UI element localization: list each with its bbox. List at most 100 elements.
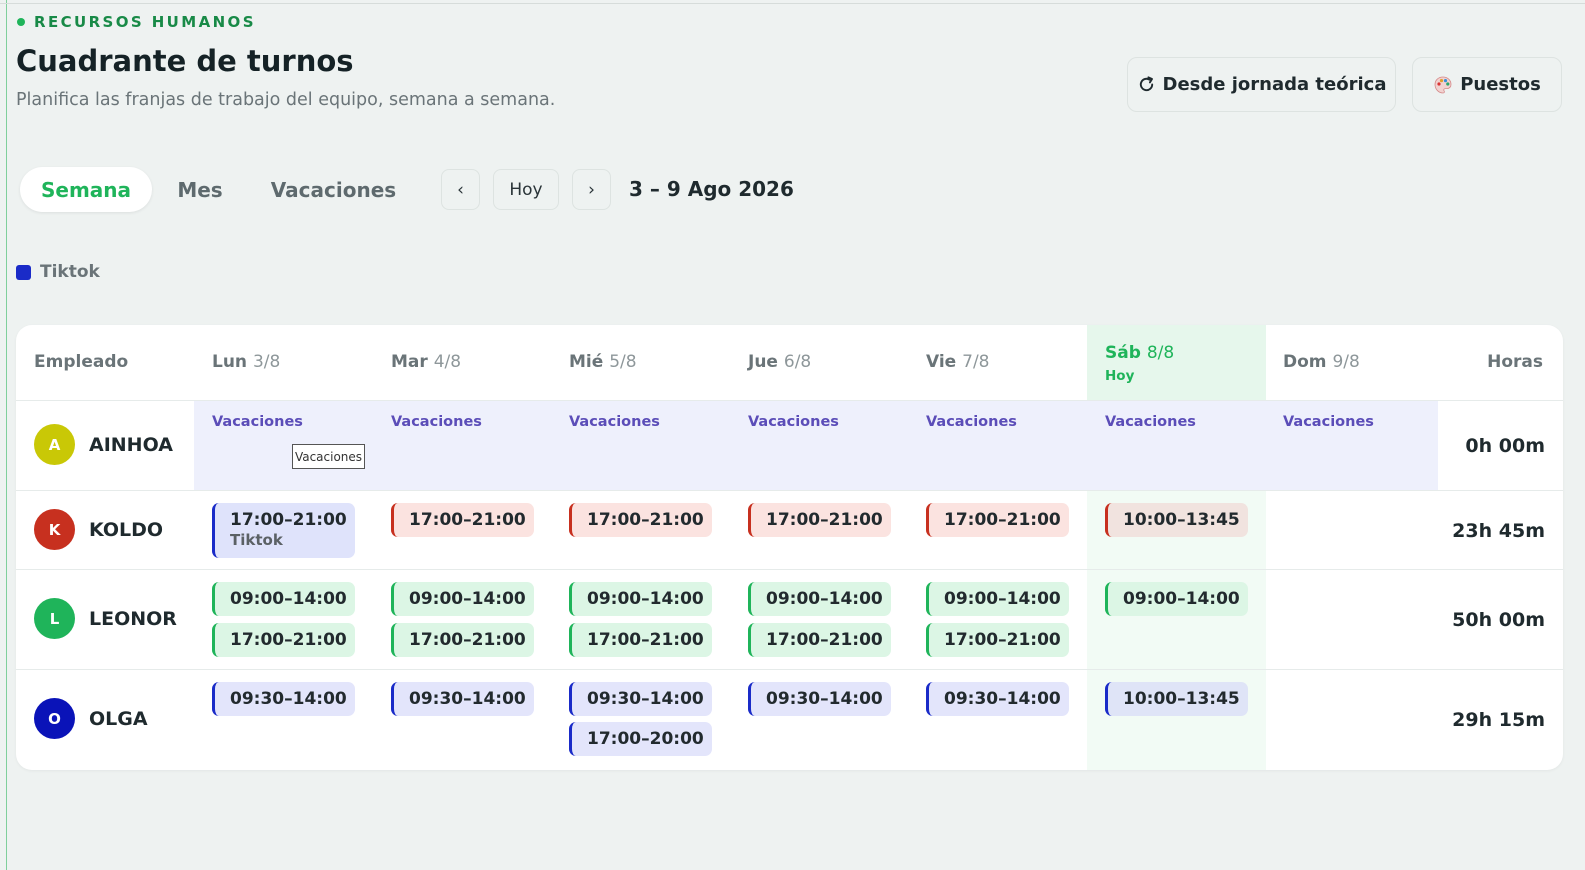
legend-label: Tiktok [40,262,100,282]
eyebrow-label: RECURSOS HUMANOS [34,13,256,31]
refresh-icon [1139,76,1153,92]
shift-block[interactable]: 17:00–21:00 [748,623,891,657]
day-date: 4/8 [433,352,462,372]
day-date: 5/8 [609,352,637,372]
from-theoretical-schedule-button[interactable]: Desde jornada teórica [1127,57,1396,112]
day-name: Dom [1283,352,1327,372]
avatar: L [34,598,75,639]
shift-block[interactable]: 17:00–21:00 [212,623,355,657]
hours-column-header: Horas [1487,352,1543,372]
employee-name: AINHOA [89,433,173,456]
status-dot-icon [17,18,25,26]
day-date: 3/8 [252,352,281,372]
tab-week[interactable]: Semana [20,167,152,212]
vacation-label-tue[interactable]: Vacaciones [391,414,482,430]
day-header-fri[interactable]: Vie 7/8 [926,352,990,372]
shift-block[interactable]: 09:00–14:00 [926,582,1069,616]
shift-block[interactable]: 17:00–21:00 Tiktok [212,503,355,558]
left-accent-line [6,0,7,870]
vacation-label-sat[interactable]: Vacaciones [1105,414,1196,430]
employee-olga[interactable]: O OLGA [34,698,148,739]
next-week-button[interactable]: › [572,169,611,210]
vacation-label-mon[interactable]: Vacaciones [212,414,303,430]
day-name: Vie [926,352,957,372]
palette-icon [1434,76,1452,93]
day-header-mon[interactable]: Lun 3/8 [212,352,280,372]
from-theoretical-schedule-label: Desde jornada teórica [1162,74,1387,95]
shift-block[interactable]: 17:00–21:00 [748,503,891,537]
legend-item-tiktok: Tiktok [16,262,100,282]
shift-block[interactable]: 10:00–13:45 [1105,682,1248,716]
section-eyebrow: RECURSOS HUMANOS [17,13,256,31]
employee-leonor[interactable]: L LEONOR [34,598,177,639]
page-subtitle: Planifica las franjas de trabajo del equ… [16,90,556,110]
vacation-label-sun[interactable]: Vacaciones [1283,414,1374,430]
positions-button[interactable]: Puestos [1412,57,1562,112]
day-name: Jue [748,352,778,372]
schedule-table: Empleado Lun 3/8 Mar 4/8 Mié 5/8 Jue 6/8… [16,325,1563,770]
shift-block[interactable]: 09:30–14:00 [391,682,534,716]
hours-total: 50h 00m [1452,609,1545,631]
shift-block[interactable]: 17:00–21:00 [926,623,1069,657]
shift-block[interactable]: 09:00–14:00 [1105,582,1248,616]
day-name: Mié [569,352,604,372]
employee-koldo[interactable]: K KOLDO [34,509,163,550]
shift-block[interactable]: 09:00–14:00 [569,582,712,616]
day-date: 6/8 [783,352,812,372]
row-divider [16,569,1563,570]
shift-block[interactable]: 17:00–21:00 [391,623,534,657]
today-badge: Hoy [1105,368,1135,384]
vacation-label-fri[interactable]: Vacaciones [926,414,1017,430]
employee-column-header: Empleado [34,352,129,372]
day-header-tue[interactable]: Mar 4/8 [391,352,461,372]
shift-block[interactable]: 09:00–14:00 [212,582,355,616]
avatar: A [34,424,75,465]
shift-block[interactable]: 17:00–21:00 [569,503,712,537]
page-title: Cuadrante de turnos [16,44,354,78]
shift-position: Tiktok [230,531,283,549]
shift-block[interactable]: 17:00–21:00 [569,623,712,657]
tab-vacations[interactable]: Vacaciones [262,167,405,212]
employee-ainhoa[interactable]: A AINHOA [34,424,173,465]
employee-name: KOLDO [89,518,164,541]
shift-block[interactable]: 17:00–21:00 [926,503,1069,537]
tab-month[interactable]: Mes [170,167,230,212]
shift-block[interactable]: 09:30–14:00 [748,682,891,716]
vacation-tooltip: Vacaciones [292,444,365,469]
shift-block[interactable]: 10:00–13:45 [1105,503,1248,537]
hours-total: 0h 00m [1465,435,1545,457]
employee-name: LEONOR [89,607,177,630]
day-date: 8/8 [1146,343,1175,363]
day-name: Mar [391,352,428,372]
legend-swatch [16,264,31,280]
day-date: 9/8 [1332,352,1360,372]
hours-total: 23h 45m [1452,520,1545,542]
day-name: Lun [212,352,248,372]
shift-time: 17:00–21:00 [230,510,347,530]
today-button[interactable]: Hoy [493,169,559,210]
avatar: O [34,698,75,739]
row-divider [16,490,1563,491]
day-header-sun[interactable]: Dom 9/8 [1283,352,1360,372]
day-date: 7/8 [962,352,990,372]
day-header-wed[interactable]: Mié 5/8 [569,352,637,372]
shift-block[interactable]: 09:30–14:00 [212,682,355,716]
top-divider [0,3,1585,4]
vacation-label-thu[interactable]: Vacaciones [748,414,839,430]
date-range: 3 – 9 Ago 2026 [629,177,794,201]
day-header-thu[interactable]: Jue 6/8 [748,352,811,372]
row-divider [16,669,1563,670]
employee-name: OLGA [89,707,148,730]
shift-block[interactable]: 09:00–14:00 [391,582,534,616]
shift-block[interactable]: 09:00–14:00 [748,582,891,616]
shift-block[interactable]: 09:30–14:00 [926,682,1069,716]
day-header-sat[interactable]: Sáb 8/8 Hoy [1105,343,1174,384]
shift-block[interactable]: 17:00–21:00 [391,503,534,537]
shift-block[interactable]: 09:30–14:00 [569,682,712,716]
vacation-label-wed[interactable]: Vacaciones [569,414,660,430]
previous-week-button[interactable]: ‹ [441,169,480,210]
hours-total: 29h 15m [1452,709,1545,731]
avatar: K [34,509,75,550]
shift-block[interactable]: 17:00–20:00 [569,722,712,756]
day-name: Sáb [1105,343,1141,363]
